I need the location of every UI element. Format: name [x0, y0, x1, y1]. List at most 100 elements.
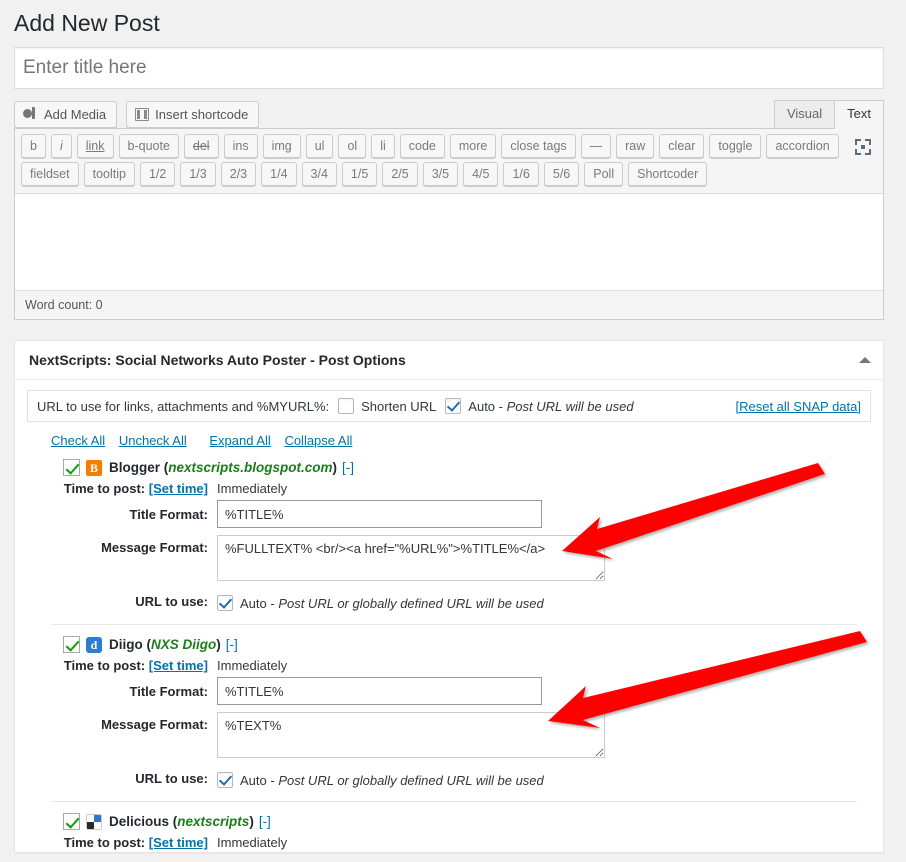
insert-shortcode-button[interactable]: Insert shortcode [126, 101, 260, 128]
quicktag-button-1-6[interactable]: 1/6 [503, 162, 539, 186]
tab-visual[interactable]: Visual [773, 100, 836, 129]
quicktag-button-img[interactable]: img [262, 134, 301, 158]
editor-mode-tabs: Visual Text [773, 100, 884, 129]
metabox-body: URL to use for links, attachments and %M… [15, 380, 883, 852]
shorten-url-checkbox[interactable] [338, 398, 355, 414]
quicktag-button-ul[interactable]: ul [305, 134, 334, 158]
add-media-button[interactable]: Add Media [14, 101, 118, 128]
time-to-post-row: Time to post: [Set time] Immediately [27, 833, 871, 852]
quicktag-button-1-2[interactable]: 1/2 [139, 162, 176, 186]
quicktag-button-code[interactable]: code [399, 134, 445, 158]
quicktag-button-1-5[interactable]: 1/5 [341, 162, 378, 186]
message-format-row: Message Format: %FULLTEXT% <br/><a href="… [27, 530, 871, 583]
quicktag-button-raw[interactable]: raw [616, 134, 655, 158]
diigo-icon: d [86, 636, 102, 653]
quicktag-button-ol[interactable]: ol [338, 134, 367, 158]
quicktag-button-poll[interactable]: Poll [584, 162, 624, 186]
tab-text[interactable]: Text [835, 100, 884, 129]
shorten-url-label: Shorten URL [361, 398, 437, 414]
time-to-post-row: Time to post: [Set time] Immediately [27, 656, 871, 675]
insert-shortcode-label: Insert shortcode [155, 107, 249, 122]
title-format-row: Title Format: [27, 498, 871, 530]
message-format-textarea[interactable]: %FULLTEXT% <br/><a href="%URL%">%TITLE%<… [217, 535, 605, 581]
network-name: Blogger [109, 460, 161, 475]
blogger-icon: B [86, 459, 102, 476]
quicktag-button-4-5[interactable]: 4/5 [463, 162, 499, 186]
network-divider [51, 801, 857, 802]
quicktag-button-accordion[interactable]: accordion [766, 134, 839, 158]
quicktag-button-shortcoder[interactable]: Shortcoder [628, 162, 708, 186]
quicktag-button-clear[interactable]: clear [659, 134, 705, 158]
quicktag-button-2-3[interactable]: 2/3 [220, 162, 257, 186]
time-to-post-value: Immediately [217, 835, 288, 850]
time-to-post-label: Time to post: [Set time] [63, 658, 208, 673]
add-media-icon [23, 107, 38, 122]
quicktag-button-3-5[interactable]: 3/5 [422, 162, 459, 186]
quicktag-button-link[interactable]: link [76, 134, 114, 158]
network-collapse-toggle[interactable]: [-] [226, 637, 238, 652]
message-format-textarea[interactable]: %TEXT% [217, 712, 605, 758]
network-collapse-toggle[interactable]: [-] [342, 460, 354, 475]
set-time-link[interactable]: [Set time] [149, 481, 208, 496]
quicktag-button-ins[interactable]: ins [223, 134, 258, 158]
quicktag-button-5-6[interactable]: 5/6 [543, 162, 580, 186]
network-name: Delicious [109, 814, 170, 829]
quicktag-button-close-tags[interactable]: close tags [501, 134, 576, 158]
auto-url-checkbox[interactable] [445, 398, 462, 414]
quicktags-row-1: b i link b-quote del ins img ul ol li code more clos… [19, 134, 879, 158]
network-enable-checkbox[interactable] [63, 459, 80, 476]
quicktags-row-2: fieldset tooltip 1/2 1/3 2/3 1/4 3/4 1/5 2/5 3/5 4… [19, 162, 879, 186]
network-divider [51, 624, 857, 625]
url-auto-checkbox[interactable] [217, 772, 233, 788]
network-block-delicious: Delicious (nextscripts) [-] Time to post: … [27, 810, 871, 852]
quicktag-button-tooltip[interactable]: tooltip [83, 162, 135, 186]
network-enable-checkbox[interactable] [63, 636, 80, 653]
fullscreen-icon[interactable] [853, 137, 873, 157]
time-to-post-label: Time to post: [Set time] [63, 481, 208, 496]
quicktag-button-toggle[interactable]: toggle [709, 134, 762, 158]
network-enable-checkbox[interactable] [63, 813, 80, 830]
metabox-header[interactable]: NextScripts: Social Networks Auto Poster… [15, 341, 883, 380]
quicktag-button-more[interactable]: more [449, 134, 497, 158]
quicktag-button-1-4[interactable]: 1/4 [261, 162, 297, 186]
title-format-input[interactable] [217, 677, 542, 705]
snap-post-options-metabox: NextScripts: Social Networks Auto Poster… [14, 340, 884, 853]
quicktag-button-li[interactable]: li [371, 134, 395, 158]
delicious-icon [86, 813, 102, 830]
network-name: Diigo [109, 637, 143, 652]
page-title: Add New Post [14, 10, 160, 36]
post-content-textarea[interactable] [15, 193, 883, 291]
chevron-up-icon[interactable] [859, 357, 871, 363]
reset-snap-data-link[interactable]: [Reset all SNAP data] [736, 399, 862, 414]
url-auto-checkbox[interactable] [217, 595, 233, 611]
quicktag-button-2-5[interactable]: 2/5 [382, 162, 418, 186]
quicktag-button--[interactable]: — [580, 134, 612, 158]
quicktags-toolbar: b i link b-quote del ins img ul ol li code more clos… [15, 129, 883, 193]
title-format-label: Title Format: [129, 683, 209, 699]
url-options-label: URL to use for links, attachments and %M… [37, 398, 330, 414]
set-time-link[interactable]: [Set time] [149, 835, 208, 850]
quicktag-button-i[interactable]: i [50, 134, 72, 158]
network-collapse-toggle[interactable]: [-] [259, 814, 271, 829]
quicktag-button-1-3[interactable]: 1/3 [180, 162, 216, 186]
quicktag-button-3-4[interactable]: 3/4 [301, 162, 337, 186]
networks-list: B Blogger (nextscripts.blogspot.com) [-] Ti… [27, 456, 871, 852]
metabox-title: NextScripts: Social Networks Auto Poster… [29, 352, 406, 368]
network-block-blogger: B Blogger (nextscripts.blogspot.com) [-] Ti… [27, 456, 871, 615]
check-all-link[interactable]: Check All [51, 433, 105, 448]
quicktag-button-del[interactable]: del [183, 134, 219, 158]
quicktag-button-b[interactable]: b [21, 134, 46, 158]
url-options-row: URL to use for links, attachments and %M… [27, 390, 871, 422]
expand-all-link[interactable]: Expand All [209, 433, 270, 448]
time-to-post-value: Immediately [217, 481, 288, 496]
post-title-input[interactable] [14, 47, 884, 89]
title-format-input[interactable] [217, 500, 542, 528]
network-header-delicious: Delicious (nextscripts) [-] [27, 810, 871, 833]
url-to-use-label: URL to use: [135, 594, 208, 609]
set-time-link[interactable]: [Set time] [149, 658, 208, 673]
time-to-post-row: Time to post: [Set time] Immediately [27, 479, 871, 498]
quicktag-button-b-quote[interactable]: b-quote [118, 134, 179, 158]
collapse-all-link[interactable]: Collapse All [284, 433, 352, 448]
quicktag-button-fieldset[interactable]: fieldset [21, 162, 79, 186]
uncheck-all-link[interactable]: Uncheck All [119, 433, 187, 448]
